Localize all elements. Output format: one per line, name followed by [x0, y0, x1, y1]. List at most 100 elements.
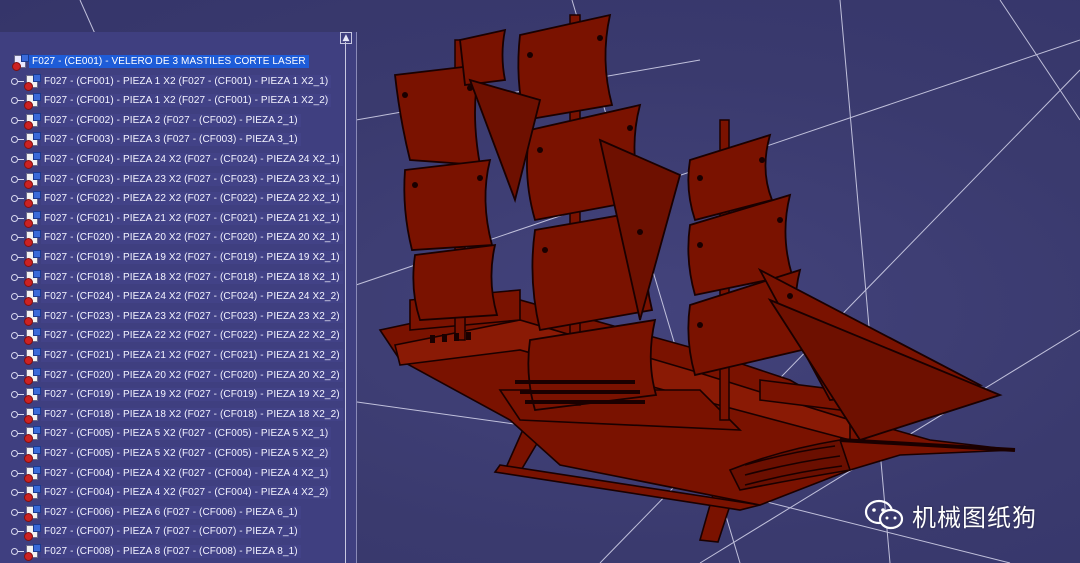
tree-node[interactable]: F027 - (CF003) - PIEZA 3 (F027 - (CF003)…: [0, 130, 301, 150]
part-icon: [24, 544, 41, 561]
expand-node-icon[interactable]: [11, 352, 18, 359]
tree-node[interactable]: F027 - (CF001) - PIEZA 1 X2 (F027 - (CF0…: [0, 91, 332, 111]
product-icon: [12, 54, 29, 71]
specification-tree-panel[interactable]: F027 - (CE001) - VELERO DE 3 MASTILES CO…: [0, 32, 357, 563]
expand-node-icon[interactable]: [11, 234, 18, 242]
tree-node-label[interactable]: F027 - (CF023) - PIEZA 23 X2 (F027 - (CF…: [41, 172, 343, 186]
tree-node-label[interactable]: F027 - (CF023) - PIEZA 23 X2 (F027 - (CF…: [41, 309, 343, 323]
expand-node-icon[interactable]: [11, 410, 18, 418]
tree-node-label[interactable]: F027 - (CF024) - PIEZA 24 X2 (F027 - (CF…: [41, 153, 343, 166]
tree-node[interactable]: F027 - (CF007) - PIEZA 7 (F027 - (CF007)…: [0, 522, 301, 542]
tree-root-node[interactable]: F027 - (CE001) - VELERO DE 3 MASTILES CO…: [0, 52, 309, 71]
tree-node-label[interactable]: F027 - (CF020) - PIEZA 20 X2 (F027 - (CF…: [41, 368, 343, 382]
tree-node-label[interactable]: F027 - (CF007) - PIEZA 7 (F027 - (CF007)…: [41, 525, 301, 539]
tree-node-label[interactable]: F027 - (CF001) - PIEZA 1 X2 (F027 - (CF0…: [41, 94, 332, 108]
tree-node[interactable]: F027 - (CF024) - PIEZA 24 X2 (F027 - (CF…: [0, 150, 343, 169]
tree-node[interactable]: F027 - (CF019) - PIEZA 19 X2 (F027 - (CF…: [0, 385, 343, 405]
expand-node-icon[interactable]: [11, 97, 18, 105]
part-icon: [24, 406, 41, 424]
tree-node-label[interactable]: F027 - (CF005) - PIEZA 5 X2 (F027 - (CF0…: [41, 447, 332, 460]
tree-node-label[interactable]: F027 - (CF021) - PIEZA 21 X2 (F027 - (CF…: [41, 349, 343, 362]
tree-node-label[interactable]: F027 - (CF003) - PIEZA 3 (F027 - (CF003)…: [41, 133, 301, 147]
tree-node[interactable]: F027 - (CF020) - PIEZA 20 X2 (F027 - (CF…: [0, 366, 343, 385]
tree-node-label[interactable]: F027 - (CF004) - PIEZA 4 X2 (F027 - (CF0…: [41, 486, 332, 500]
tree-node[interactable]: F027 - (CF024) - PIEZA 24 X2 (F027 - (CF…: [0, 287, 343, 307]
tree-node-label[interactable]: F027 - (CF002) - PIEZA 2 (F027 - (CF002)…: [41, 113, 301, 127]
tree-node-label[interactable]: F027 - (CF024) - PIEZA 24 X2 (F027 - (CF…: [41, 290, 343, 304]
tree-node-label[interactable]: F027 - (CF019) - PIEZA 19 X2 (F027 - (CF…: [41, 388, 343, 402]
tree-node[interactable]: F027 - (CF021) - PIEZA 21 X2 (F027 - (CF…: [0, 346, 343, 365]
part-icon: [24, 328, 41, 346]
expand-node-icon[interactable]: [11, 430, 18, 438]
tree-node[interactable]: F027 - (CF018) - PIEZA 18 X2 (F027 - (CF…: [0, 268, 343, 287]
tree-node[interactable]: F027 - (CF023) - PIEZA 23 X2 (F027 - (CF…: [0, 307, 343, 326]
part-icon: [24, 250, 41, 267]
tree-node-label[interactable]: F027 - (CF021) - PIEZA 21 X2 (F027 - (CF…: [41, 211, 343, 225]
expand-node-icon[interactable]: [11, 508, 18, 516]
expand-node-icon[interactable]: [11, 175, 18, 183]
tree-node[interactable]: F027 - (CF008) - PIEZA 8 (F027 - (CF008)…: [0, 542, 301, 561]
tree-node[interactable]: F027 - (CF006) - PIEZA 6 (F027 - (CF006)…: [0, 503, 301, 522]
expand-node-icon[interactable]: [11, 371, 18, 379]
tree-node-label[interactable]: F027 - (CF008) - PIEZA 8 (F027 - (CF008)…: [41, 545, 301, 558]
expand-node-icon[interactable]: [11, 136, 18, 144]
part-icon: [24, 387, 41, 405]
tree-node-label[interactable]: F027 - (CF018) - PIEZA 18 X2 (F027 - (CF…: [41, 407, 343, 421]
expand-node-icon[interactable]: [11, 469, 18, 477]
tree-node[interactable]: F027 - (CF020) - PIEZA 20 X2 (F027 - (CF…: [0, 228, 343, 248]
part-icon: [24, 504, 41, 522]
part-icon: [24, 152, 41, 169]
wechat-icon: [864, 499, 904, 530]
expand-node-icon[interactable]: [11, 332, 18, 340]
scroll-up-arrow-icon[interactable]: ▲: [340, 32, 352, 44]
part-icon: [24, 308, 41, 326]
tree-node-label[interactable]: F027 - (CF004) - PIEZA 4 X2 (F027 - (CF0…: [41, 466, 332, 480]
expand-node-icon[interactable]: [11, 489, 18, 497]
expand-node-icon[interactable]: [11, 293, 18, 301]
part-icon: [24, 269, 41, 287]
tree-scrollbar[interactable]: ▲: [339, 32, 353, 563]
expand-node-icon[interactable]: [11, 254, 18, 261]
tree-node[interactable]: F027 - (CF004) - PIEZA 4 X2 (F027 - (CF0…: [0, 464, 332, 483]
expand-node-icon[interactable]: [11, 528, 18, 536]
tree-node[interactable]: F027 - (CF004) - PIEZA 4 X2 (F027 - (CF0…: [0, 483, 332, 503]
expand-node-icon[interactable]: [11, 195, 18, 203]
tree-node-label[interactable]: F027 - (CF018) - PIEZA 18 X2 (F027 - (CF…: [41, 270, 343, 284]
expand-node-icon[interactable]: [11, 156, 18, 163]
expand-node-icon[interactable]: [11, 214, 18, 222]
expand-node-icon[interactable]: [11, 273, 18, 281]
tree-node-label[interactable]: F027 - (CF022) - PIEZA 22 X2 (F027 - (CF…: [41, 192, 343, 206]
tree-node[interactable]: F027 - (CF021) - PIEZA 21 X2 (F027 - (CF…: [0, 209, 343, 228]
expand-node-icon[interactable]: [11, 450, 18, 457]
part-icon: [24, 524, 41, 542]
tree-node-label[interactable]: F027 - (CF001) - PIEZA 1 X2 (F027 - (CF0…: [41, 74, 332, 88]
tree-node-label[interactable]: F027 - (CF006) - PIEZA 6 (F027 - (CF006)…: [41, 505, 301, 519]
part-icon: [24, 465, 41, 483]
tree-node[interactable]: F027 - (CF002) - PIEZA 2 (F027 - (CF002)…: [0, 111, 301, 130]
part-icon: [24, 171, 41, 189]
tree-node-label[interactable]: F027 - (CF005) - PIEZA 5 X2 (F027 - (CF0…: [41, 427, 332, 441]
tree-node[interactable]: F027 - (CF022) - PIEZA 22 X2 (F027 - (CF…: [0, 326, 343, 346]
watermark: 机械图纸狗: [864, 498, 1037, 532]
watermark-text: 机械图纸狗: [912, 503, 1037, 532]
tree-node[interactable]: F027 - (CF019) - PIEZA 19 X2 (F027 - (CF…: [0, 248, 343, 267]
tree-node-label[interactable]: F027 - (CF022) - PIEZA 22 X2 (F027 - (CF…: [41, 329, 343, 343]
scroll-track[interactable]: [345, 42, 346, 563]
tree-node-label[interactable]: F027 - (CF020) - PIEZA 20 X2 (F027 - (CF…: [41, 231, 343, 245]
tree-node-label[interactable]: F027 - (CF019) - PIEZA 19 X2 (F027 - (CF…: [41, 251, 343, 264]
expand-node-icon[interactable]: [11, 116, 18, 124]
part-icon: [24, 73, 41, 91]
expand-node-icon[interactable]: [11, 391, 18, 399]
tree-root-label[interactable]: F027 - (CE001) - VELERO DE 3 MASTILES CO…: [29, 55, 309, 68]
tree-node[interactable]: F027 - (CF005) - PIEZA 5 X2 (F027 - (CF0…: [0, 444, 332, 463]
expand-node-icon[interactable]: [11, 77, 18, 85]
tree-node[interactable]: F027 - (CF018) - PIEZA 18 X2 (F027 - (CF…: [0, 405, 343, 424]
part-icon: [24, 191, 41, 209]
expand-node-icon[interactable]: [11, 548, 18, 555]
tree-node[interactable]: F027 - (CF005) - PIEZA 5 X2 (F027 - (CF0…: [0, 424, 332, 444]
tree-node[interactable]: F027 - (CF022) - PIEZA 22 X2 (F027 - (CF…: [0, 189, 343, 209]
tree-node[interactable]: F027 - (CF023) - PIEZA 23 X2 (F027 - (CF…: [0, 170, 343, 189]
part-icon: [24, 112, 41, 130]
expand-node-icon[interactable]: [11, 312, 18, 320]
tree-node[interactable]: F027 - (CF001) - PIEZA 1 X2 (F027 - (CF0…: [0, 72, 332, 91]
